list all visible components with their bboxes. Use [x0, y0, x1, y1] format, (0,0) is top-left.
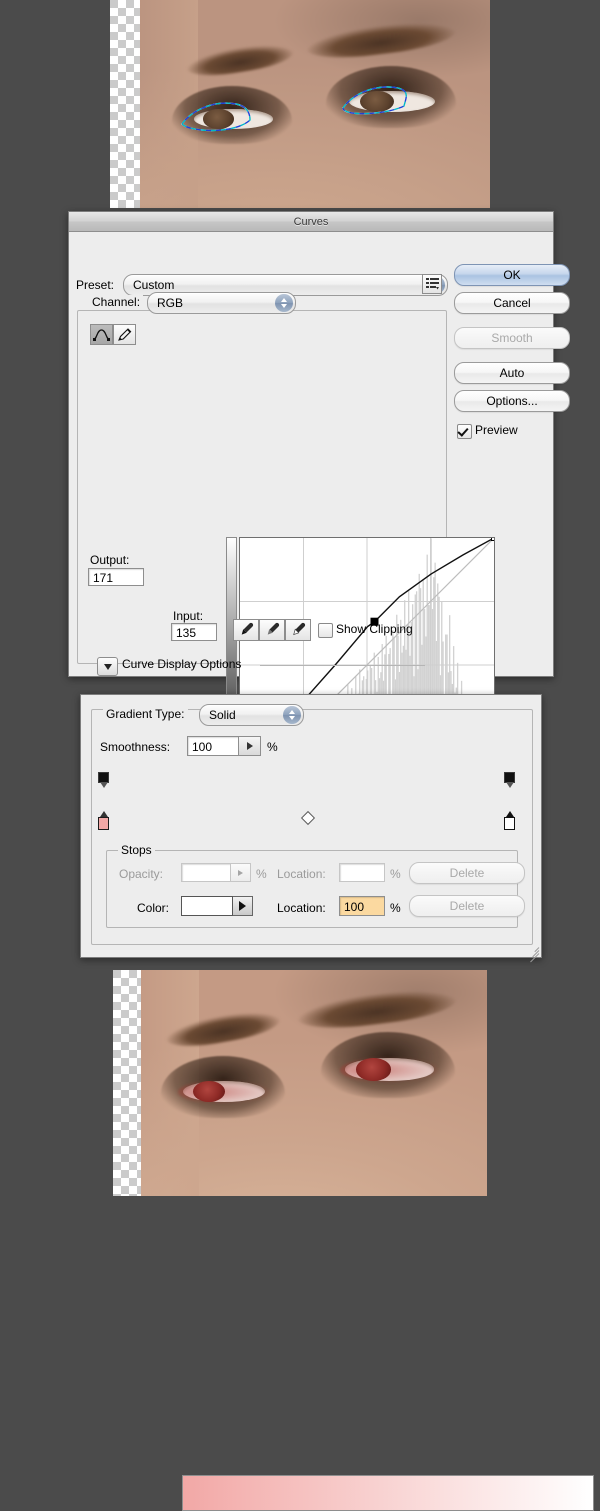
auto-button[interactable]: Auto	[454, 362, 570, 384]
curves-titlebar[interactable]: Curves	[69, 212, 553, 232]
black-point-eyedropper-button[interactable]	[233, 619, 259, 641]
options-button[interactable]: Options...	[454, 390, 570, 412]
triangle-right-icon	[238, 869, 243, 876]
stops-group-label: Stops	[118, 843, 155, 857]
color-stop-start[interactable]	[98, 811, 109, 833]
cancel-button[interactable]: Cancel	[454, 292, 570, 314]
pencil-icon	[117, 327, 131, 341]
preset-value: Custom	[133, 278, 175, 292]
smoothness-unit: %	[267, 740, 278, 754]
curve-pen-icon	[93, 329, 110, 341]
preview-label: Preview	[475, 423, 518, 437]
input-label: Input:	[173, 609, 204, 623]
curve-display-options-rule	[260, 665, 425, 666]
list-menu-icon	[425, 278, 439, 290]
opacity-field[interactable]	[181, 863, 231, 882]
curve-tool-button[interactable]	[90, 324, 113, 345]
smoothness-stepper[interactable]	[239, 736, 261, 756]
channel-dropdown[interactable]: RGB	[147, 292, 296, 314]
channel-value: RGB	[157, 296, 184, 310]
output-field[interactable]: 171	[88, 568, 144, 586]
right-eye-selection-marquee	[110, 0, 490, 208]
color-swatch-menu-button[interactable]	[233, 896, 253, 916]
show-clipping-checkbox[interactable]	[318, 623, 333, 638]
ok-button[interactable]: OK	[454, 264, 570, 286]
opacity-stepper[interactable]	[231, 863, 251, 882]
right-eye-iris	[355, 1058, 391, 1081]
preview-checkbox[interactable]	[457, 424, 472, 439]
left-eye	[161, 1056, 285, 1118]
smooth-button[interactable]: Smooth	[454, 327, 570, 349]
color-label: Color:	[137, 901, 170, 915]
white-point-eyedropper-icon	[293, 622, 306, 636]
opacity-label: Opacity:	[119, 867, 164, 881]
chevron-updown-icon	[283, 706, 301, 724]
preset-menu-button[interactable]	[422, 274, 442, 294]
gradient-editor-body: Gradient Type: Solid Smoothness: 100 % S…	[81, 695, 594, 1511]
color-delete-button[interactable]: Delete	[409, 895, 525, 917]
gray-point-eyedropper-button[interactable]	[259, 619, 285, 641]
before-image	[110, 0, 490, 208]
input-field[interactable]: 135	[171, 623, 217, 641]
show-clipping-label: Show Clipping	[336, 622, 413, 636]
color-swatch[interactable]	[181, 896, 233, 916]
resize-grip-icon[interactable]	[526, 942, 540, 963]
gradient-preview-bar[interactable]	[182, 1475, 594, 1511]
gradient-type-value: Solid	[209, 708, 236, 722]
opacity-delete-button[interactable]: Delete	[409, 862, 525, 884]
opacity-stop-start[interactable]	[98, 766, 109, 788]
black-point-eyedropper-icon	[241, 622, 254, 635]
color-location-label: Location:	[277, 901, 326, 915]
gradient-editor-panel: Gradient Type: Solid Smoothness: 100 % S…	[80, 694, 594, 1511]
white-point-eyedropper-button[interactable]	[285, 619, 311, 641]
right-eye	[321, 1032, 455, 1098]
opacity-location-unit: %	[390, 867, 401, 881]
pencil-tool-button[interactable]	[113, 324, 136, 345]
preset-label: Preset:	[76, 278, 115, 292]
curve-display-options-disclosure[interactable]	[97, 657, 118, 676]
opacity-unit: %	[256, 867, 267, 881]
gradient-type-dropdown[interactable]: Solid	[199, 704, 304, 726]
curves-body: Preset: Custom Channel: RGB Output: 171 …	[69, 232, 570, 811]
gray-point-eyedropper-icon	[267, 622, 280, 635]
triangle-down-icon	[103, 663, 112, 670]
curves-dialog: Curves Preset: Custom Channel: RGB Outpu…	[68, 211, 570, 811]
color-location-field[interactable]: 100	[339, 896, 385, 916]
opacity-location-label: Location:	[277, 867, 326, 881]
chevron-updown-icon	[275, 294, 293, 312]
triangle-right-icon	[239, 901, 246, 911]
triangle-right-icon	[246, 742, 253, 750]
smoothness-field[interactable]: 100	[187, 736, 239, 756]
channel-label: Channel:	[89, 295, 144, 309]
color-stop-end[interactable]	[504, 811, 515, 833]
smoothness-label: Smoothness:	[100, 740, 171, 754]
curves-title: Curves	[293, 215, 329, 228]
after-image	[113, 970, 487, 1196]
output-label: Output:	[90, 553, 130, 567]
opacity-location-field[interactable]	[339, 863, 385, 882]
curve-display-options-label: Curve Display Options	[122, 657, 242, 671]
opacity-stop-end[interactable]	[504, 766, 515, 788]
left-eye-iris	[193, 1080, 226, 1102]
gradient-type-label: Gradient Type:	[103, 707, 188, 721]
color-location-unit: %	[390, 901, 401, 915]
